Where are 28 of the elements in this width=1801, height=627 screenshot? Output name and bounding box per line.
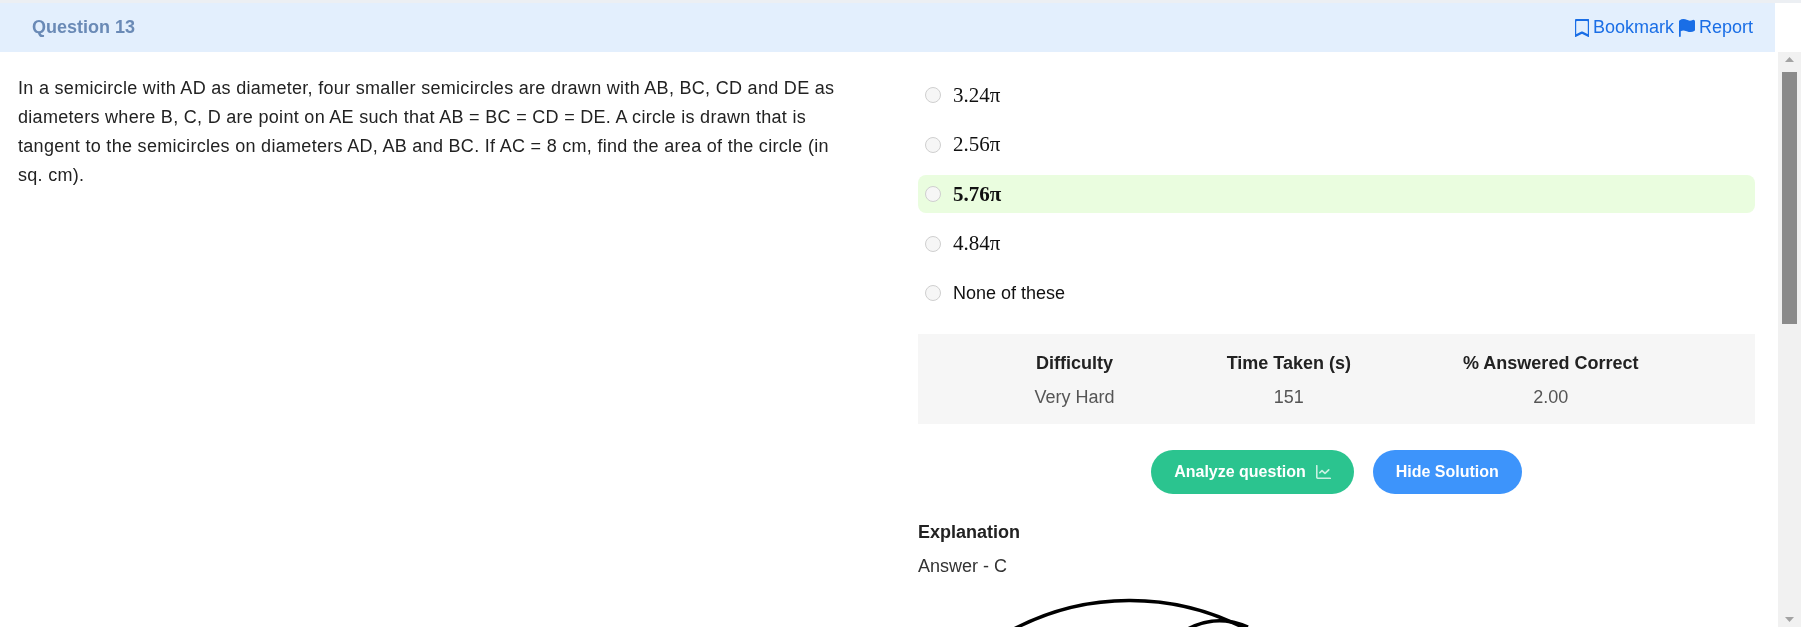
stats-value: 151 [1273, 386, 1304, 409]
stats-value: 2.00 [1533, 386, 1569, 409]
scroll-down-icon[interactable] [1785, 617, 1794, 622]
answer-text: Answer - C [918, 555, 1008, 578]
answer-option[interactable]: 3.24π [918, 76, 1755, 114]
answer-option[interactable]: 5.76π [918, 175, 1755, 213]
question-text: In a semicircle with AD as diameter, four smaller semicircles are drawn with AB, BC, CD and DE as diameters where B, C, D are point on AE such that AB = BC = CD = DE. A circle is drawn that is tangent to the semicircles on diameters AD, AB and BC. If AC = 8 cm, find the area of the circle (in sq. cm). [18, 77, 836, 187]
bookmark-icon [1574, 18, 1589, 37]
flag-icon [1678, 18, 1695, 37]
scroll-up-icon[interactable] [1785, 57, 1794, 62]
explanation-heading: Explanation [918, 521, 1021, 544]
radio-button[interactable] [925, 136, 941, 153]
answer-option[interactable]: 2.56π [918, 125, 1755, 164]
report-link[interactable]: Report [1678, 17, 1753, 38]
line-chart-icon [1315, 465, 1331, 479]
question-title: Question 13 [32, 17, 136, 38]
radio-button[interactable] [925, 285, 941, 301]
bookmark-link[interactable]: Bookmark [1574, 17, 1674, 38]
stats-header: % Answered Correct [1463, 352, 1639, 375]
answer-option[interactable]: 4.84π [918, 224, 1755, 263]
stats-header: Time Taken (s) [1226, 352, 1351, 375]
stats-header: Difficulty [1036, 352, 1114, 375]
radio-button[interactable] [925, 87, 941, 103]
answer-option[interactable]: None of these [918, 274, 1755, 312]
radio-button[interactable] [925, 186, 941, 202]
radio-button[interactable] [925, 235, 941, 252]
scrollbar-thumb[interactable] [1782, 72, 1797, 324]
stats-value: Very Hard [1034, 386, 1115, 409]
